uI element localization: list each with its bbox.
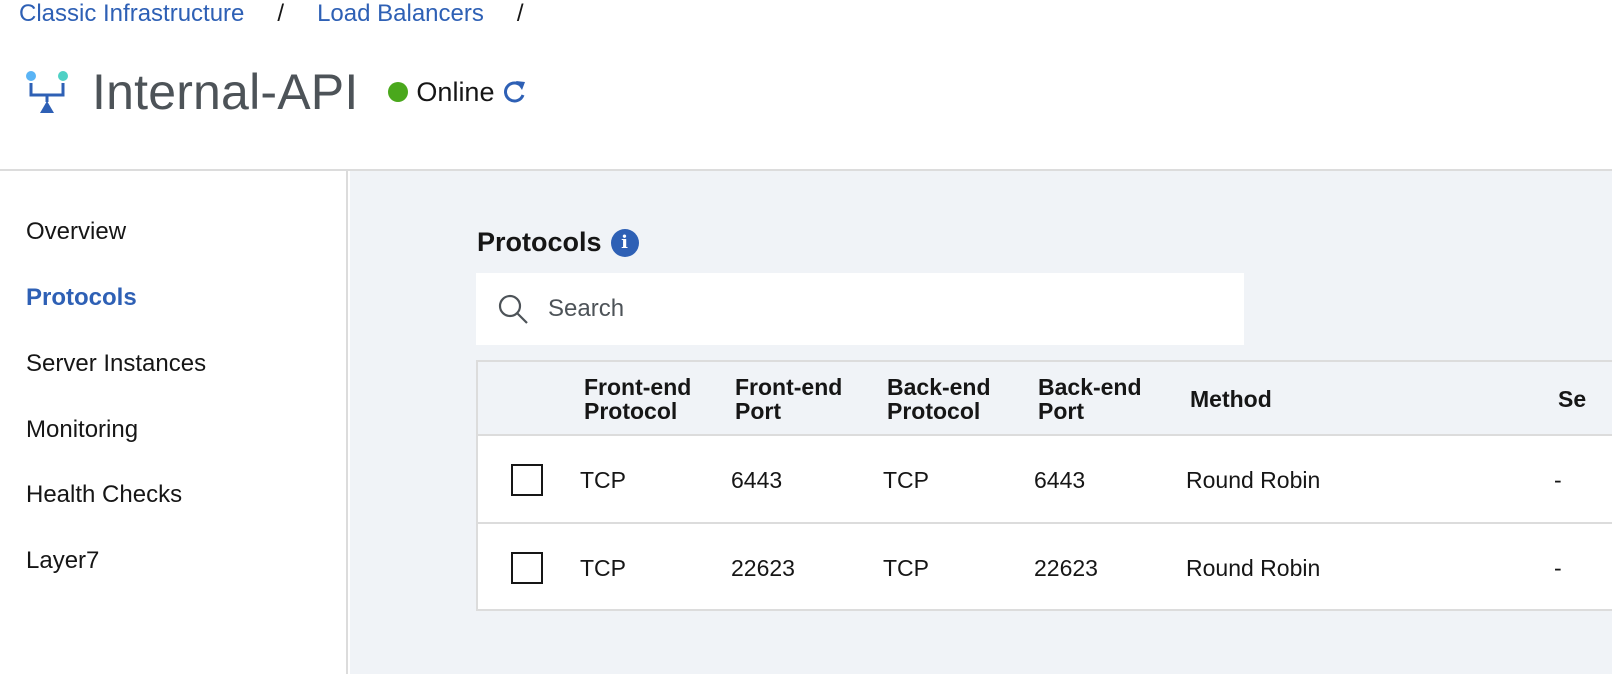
main-content: Protocols i Front-endProtocol Front-endP… bbox=[350, 171, 1612, 674]
column-header-frontend-protocol[interactable]: Front-end Protocol bbox=[584, 362, 691, 436]
table-header: Front-end Protocol Front-end Port Back-end… bbox=[478, 362, 1612, 436]
breadcrumb: Classic Infrastructure / Load Balancers … bbox=[19, 0, 557, 28]
column-header-line: Port bbox=[1038, 398, 1084, 424]
breadcrumb-load-balancers[interactable]: Load Balancers bbox=[317, 0, 484, 28]
column-header-line: Front-end bbox=[584, 374, 692, 400]
sidebar-item-monitoring[interactable]: Monitoring bbox=[26, 416, 138, 444]
cell-frontend-protocol: TCP bbox=[580, 466, 626, 493]
column-header-session[interactable]: Se bbox=[1558, 362, 1586, 436]
refresh-icon[interactable] bbox=[500, 78, 528, 106]
column-header-line: Protocol bbox=[584, 398, 678, 424]
cell-frontend-port: 6443 bbox=[731, 466, 783, 493]
sidebar: Overview Protocols Server Instances Moni… bbox=[0, 171, 348, 674]
column-header-line: Back-end bbox=[1038, 374, 1142, 400]
status-text: Online bbox=[416, 76, 495, 107]
sidebar-item-layer7[interactable]: Layer7 bbox=[26, 547, 99, 575]
column-header-backend-protocol[interactable]: Back-end Protocol bbox=[887, 362, 991, 436]
column-header-line: Protocol bbox=[887, 398, 981, 424]
cell-method: Round Robin bbox=[1186, 466, 1321, 493]
protocols-table: Front-end Protocol Front-end Port Back-end… bbox=[476, 360, 1612, 611]
table-row: TCP 22623 TCP 22623 Round Robin - bbox=[478, 522, 1612, 610]
column-header-backend-port[interactable]: Back-end Port bbox=[1038, 362, 1142, 436]
cell-session: - bbox=[1554, 466, 1562, 493]
column-header-method[interactable]: Method bbox=[1190, 362, 1272, 436]
cell-frontend-protocol: TCP bbox=[580, 554, 626, 581]
cell-backend-protocol: TCP bbox=[883, 554, 929, 581]
sidebar-item-server-instances[interactable]: Server Instances bbox=[26, 350, 206, 378]
status-indicator: Online bbox=[388, 77, 528, 108]
cell-backend-port: 6443 bbox=[1034, 466, 1086, 493]
search-input[interactable] bbox=[548, 295, 1228, 323]
column-header-line: Port bbox=[735, 398, 781, 424]
search-icon bbox=[498, 294, 528, 324]
cell-backend-protocol: TCP bbox=[883, 466, 929, 493]
cell-frontend-port: 22623 bbox=[731, 554, 795, 581]
row-checkbox[interactable] bbox=[511, 552, 543, 584]
sidebar-item-overview[interactable]: Overview bbox=[26, 218, 126, 246]
column-header-frontend-port[interactable]: Front-end Port bbox=[735, 362, 842, 436]
row-checkbox[interactable] bbox=[511, 464, 543, 496]
section-title-text: Protocols bbox=[477, 227, 602, 257]
breadcrumb-separator: / bbox=[277, 0, 285, 27]
info-icon[interactable]: i bbox=[610, 228, 639, 257]
sidebar-item-health-checks[interactable]: Health Checks bbox=[26, 481, 182, 509]
section-title: Protocols i bbox=[477, 227, 639, 258]
breadcrumb-classic-infrastructure[interactable]: Classic Infrastructure bbox=[19, 0, 244, 28]
cell-session: - bbox=[1554, 554, 1562, 581]
cell-method: Round Robin bbox=[1186, 554, 1321, 581]
page-title: Internal-API bbox=[92, 64, 359, 120]
cell-backend-port: 22623 bbox=[1034, 554, 1098, 581]
column-header-line: Back-end bbox=[887, 374, 991, 400]
sidebar-item-protocols[interactable]: Protocols bbox=[26, 284, 137, 312]
column-header-line: Front-end bbox=[735, 374, 843, 400]
breadcrumb-separator: / bbox=[516, 0, 524, 27]
page-header: Classic Infrastructure / Load Balancers … bbox=[0, 0, 1612, 171]
status-dot bbox=[388, 82, 409, 102]
load-balancer-icon bbox=[26, 71, 68, 113]
title-row: Internal-API Online bbox=[24, 64, 528, 120]
table-row: TCP 6443 TCP 6443 Round Robin - bbox=[478, 436, 1612, 524]
search-box[interactable] bbox=[476, 273, 1244, 345]
